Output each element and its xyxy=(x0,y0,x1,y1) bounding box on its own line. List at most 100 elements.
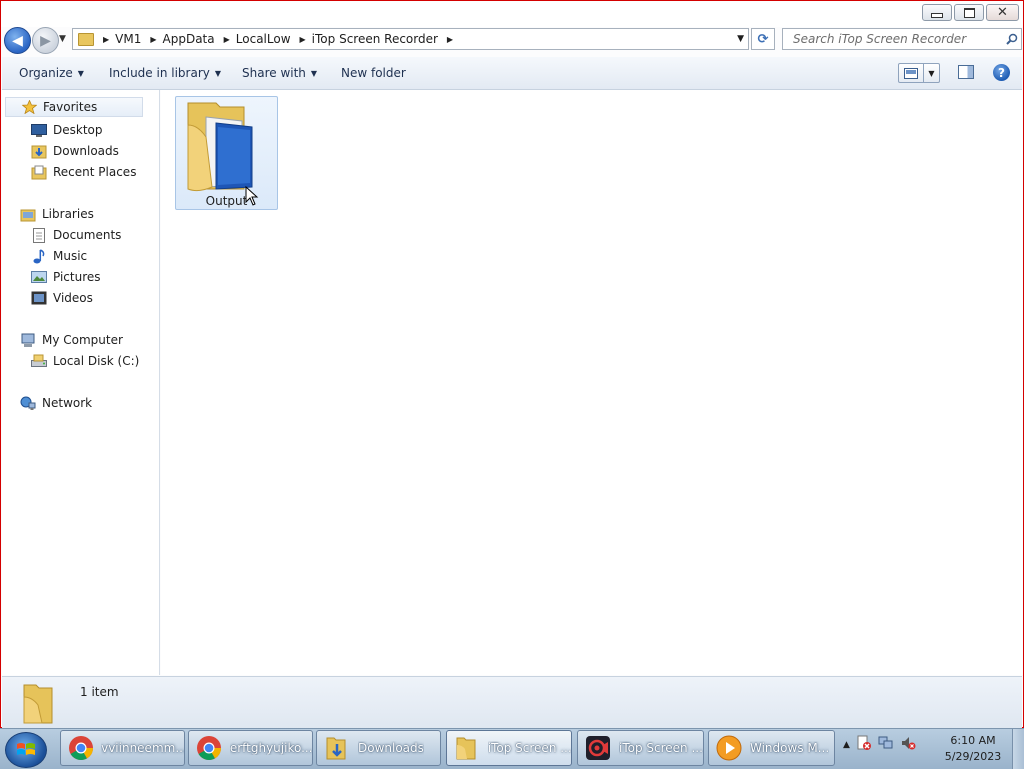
help-icon: ? xyxy=(998,65,1005,80)
folder-icon xyxy=(453,734,481,762)
minimize-button[interactable] xyxy=(922,4,952,21)
hard-drive-icon xyxy=(31,354,47,369)
computer-icon xyxy=(20,333,36,348)
nav-local-disk-label: Local Disk (C:) xyxy=(53,354,140,368)
search-icon[interactable] xyxy=(1003,33,1021,45)
nav-desktop-label: Desktop xyxy=(53,123,103,137)
navigation-row: ◀ ▶ ▼ ▶ VM1 ▶ AppData ▶ LocalLow ▶ iTop … xyxy=(1,25,1023,55)
breadcrumb-itop-screen-recorder[interactable]: iTop Screen Recorder xyxy=(312,32,438,46)
nav-downloads[interactable]: Downloads xyxy=(31,141,119,161)
nav-network[interactable]: Network xyxy=(20,393,92,413)
breadcrumb-locallow[interactable]: LocalLow xyxy=(236,32,291,46)
nav-favorites[interactable]: Favorites xyxy=(5,97,143,117)
folder-icon xyxy=(187,102,253,192)
minimize-icon xyxy=(931,12,943,18)
nav-my-computer-label: My Computer xyxy=(42,333,123,347)
media-player-icon xyxy=(715,734,743,762)
share-with-menu[interactable]: Share with ▼ xyxy=(242,66,317,80)
nav-pictures[interactable]: Pictures xyxy=(31,267,101,287)
taskbar-button-itop-recorder[interactable]: iTop Screen ... xyxy=(577,730,704,766)
nav-my-computer[interactable]: My Computer xyxy=(20,330,123,350)
breadcrumb-separator-icon[interactable]: ▶ xyxy=(447,35,453,44)
breadcrumb-separator-icon[interactable]: ▶ xyxy=(150,35,156,44)
search-box[interactable] xyxy=(782,28,1022,50)
clock-date: 5/29/2023 xyxy=(944,750,1002,763)
taskbar-button-chrome-1[interactable]: vviinneemm... xyxy=(60,730,185,766)
view-icon[interactable] xyxy=(899,64,924,82)
show-desktop-button[interactable] xyxy=(1012,729,1024,769)
nav-music-label: Music xyxy=(53,249,88,263)
organize-label: Organize xyxy=(19,66,73,80)
chevron-down-icon: ▼ xyxy=(310,69,318,78)
new-folder-button[interactable]: New folder xyxy=(341,66,406,80)
nav-documents[interactable]: Documents xyxy=(31,225,121,245)
star-icon xyxy=(21,100,37,115)
address-bar[interactable]: ▶ VM1 ▶ AppData ▶ LocalLow ▶ iTop Screen… xyxy=(72,28,749,50)
include-in-library-label: Include in library xyxy=(109,66,210,80)
chevron-down-icon: ▼ xyxy=(77,69,84,78)
itop-recorder-icon xyxy=(584,734,612,762)
folder-download-icon xyxy=(323,734,351,762)
preview-pane-button[interactable] xyxy=(958,65,974,79)
title-bar: ✕ xyxy=(1,1,1023,27)
show-hidden-icons-button[interactable]: ▲ xyxy=(843,740,850,750)
nav-recent-places[interactable]: Recent Places xyxy=(31,162,136,182)
taskbar-button-windows-media[interactable]: Windows M... xyxy=(708,730,835,766)
desktop-icon xyxy=(31,123,47,138)
navigation-pane: Favorites Desktop Downloads Recent Place… xyxy=(2,90,160,675)
taskbar-button-label: iTop Screen ... xyxy=(619,741,703,755)
nav-desktop[interactable]: Desktop xyxy=(31,120,103,140)
network-status-icon[interactable] xyxy=(878,735,894,754)
change-view-button[interactable]: ▼ xyxy=(898,63,940,83)
nav-libraries-label: Libraries xyxy=(42,207,94,221)
item-count: 1 item xyxy=(80,685,119,699)
recent-places-icon xyxy=(31,165,47,180)
nav-music[interactable]: Music xyxy=(31,246,87,266)
taskbar-button-itop-folder[interactable]: iTop Screen ... xyxy=(446,730,572,766)
share-with-label: Share with xyxy=(242,66,306,80)
taskbar: vviinneemm... erftghyujiko... Downloads … xyxy=(0,728,1024,769)
folder-item-output[interactable]: Output xyxy=(175,96,278,210)
breadcrumb-appdata[interactable]: AppData xyxy=(163,32,215,46)
new-folder-label: New folder xyxy=(341,66,406,80)
taskbar-button-chrome-2[interactable]: erftghyujiko... xyxy=(188,730,313,766)
downloads-folder-icon xyxy=(31,144,47,159)
breadcrumb-separator-icon[interactable]: ▶ xyxy=(224,35,230,44)
view-options-dropdown[interactable]: ▼ xyxy=(924,64,939,82)
breadcrumb-separator-icon[interactable]: ▶ xyxy=(103,35,109,44)
nav-network-label: Network xyxy=(42,396,93,410)
chrome-icon xyxy=(195,734,223,762)
start-button[interactable] xyxy=(5,732,47,768)
nav-local-disk-c[interactable]: Local Disk (C:) xyxy=(31,351,139,371)
include-in-library-menu[interactable]: Include in library ▼ xyxy=(109,66,221,80)
caption-buttons: ✕ xyxy=(922,4,1019,21)
taskbar-clock[interactable]: 6:10 AM 5/29/2023 xyxy=(940,733,1006,765)
close-icon: ✕ xyxy=(997,5,1008,20)
network-icon xyxy=(20,396,36,411)
recent-pages-dropdown[interactable]: ▼ xyxy=(59,34,66,44)
help-button[interactable]: ? xyxy=(993,64,1010,81)
nav-favorites-label: Favorites xyxy=(43,100,98,114)
volume-muted-icon[interactable] xyxy=(900,735,916,754)
breadcrumb-vm1[interactable]: VM1 xyxy=(115,32,141,46)
taskbar-button-label: Downloads xyxy=(358,741,424,755)
forward-button[interactable]: ▶ xyxy=(32,27,59,54)
folder-item-label: Output xyxy=(205,194,248,208)
back-button[interactable]: ◀ xyxy=(4,27,31,54)
nav-libraries[interactable]: Libraries xyxy=(20,204,94,224)
address-history-dropdown[interactable]: ▼ xyxy=(737,34,744,44)
nav-videos[interactable]: Videos xyxy=(31,288,93,308)
refresh-button[interactable]: ⟳ xyxy=(751,28,775,50)
nav-recent-places-label: Recent Places xyxy=(53,165,137,179)
organize-menu[interactable]: Organize ▼ xyxy=(19,66,84,80)
libraries-icon xyxy=(20,207,36,222)
taskbar-button-downloads[interactable]: Downloads xyxy=(316,730,441,766)
search-input[interactable] xyxy=(791,31,1003,47)
file-list: Output xyxy=(161,90,1023,675)
restore-button[interactable] xyxy=(954,4,984,21)
action-center-icon[interactable] xyxy=(856,735,872,754)
chevron-down-icon: ▼ xyxy=(214,69,222,78)
explorer-window: ✕ ◀ ▶ ▼ ▶ VM1 ▶ AppData ▶ LocalLow ▶ iTo… xyxy=(0,0,1024,729)
breadcrumb-separator-icon[interactable]: ▶ xyxy=(300,35,306,44)
close-button[interactable]: ✕ xyxy=(986,4,1019,21)
